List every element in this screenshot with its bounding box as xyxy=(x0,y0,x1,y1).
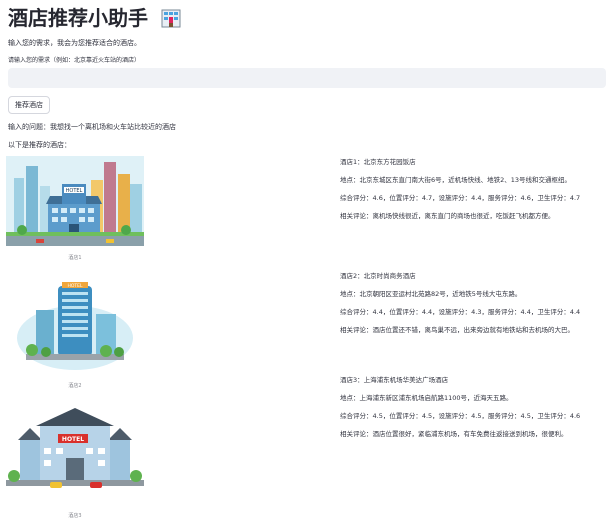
hotel-2-sign: HOTEL xyxy=(67,283,83,289)
hotel-info-1: 酒店1：北京东方花园饭店 地点：北京东城区东直门南大街6号，近机场快线、地铁2、… xyxy=(340,158,580,221)
hotel-3-review: 相关评论：酒店位置很好，紧临浦东机场，有车免费往返接送到机场，很便利。 xyxy=(340,430,568,438)
question-text: 输入的问题：我想找一个离机场和火车站比较近的酒店 xyxy=(8,123,176,131)
recommend-button[interactable]: 推荐酒店 xyxy=(8,96,50,114)
hotel-2-review: 相关评论：酒店位置还不错，离鸟巢不远，出来旁边就有地铁站和去机场的大巴。 xyxy=(340,326,574,334)
hotel-icon xyxy=(161,7,181,35)
search-input[interactable] xyxy=(8,68,606,88)
hotel-3-address: 地点：上海浦东新区浦东机场启航路1100号，近海天五路。 xyxy=(340,394,513,402)
hotel-3-name: 酒店3：上海浦东机场华美达广场酒店 xyxy=(340,376,449,384)
intro-description: 输入您的需求，我会为您推荐适合的酒店。 xyxy=(8,39,141,47)
hotel-image-1: HOTEL xyxy=(6,156,144,246)
hotel-1-name: 酒店1：北京东方花园饭店 xyxy=(340,158,416,166)
hotel-2-name: 酒店2：北京时尚商务酒店 xyxy=(340,272,416,280)
hotel-image-2: HOTEL xyxy=(6,280,144,370)
hotel-1-ratings: 综合评分：4.6，位置评分：4.7，设施评分：4.4，服务评分：4.6，卫生评分… xyxy=(340,194,581,202)
hotel-3-ratings: 综合评分：4.5，位置评分：4.5，设施评分：4.5，服务评分：4.5，卫生评分… xyxy=(340,412,581,420)
hotel-2-address: 地点：北京朝阳区亚运村北苑路82号，近地铁5号线大屯东路。 xyxy=(340,290,522,298)
hotel-1-address: 地点：北京东城区东直门南大街6号，近机场快线、地铁2、13号线和交通枢纽。 xyxy=(340,176,572,184)
hotel-2-ratings: 综合评分：4.4，位置评分：4.4，设施评分：4.3，服务评分：4.4，卫生评分… xyxy=(340,308,581,316)
hotel-1-sign: HOTEL xyxy=(66,188,83,194)
hotel-caption-1: 酒店1 xyxy=(68,255,82,261)
hotel-1-review: 相关评论：离机场快线很近，离东直门的商场也很近，吃饭赶飞机都方便。 xyxy=(340,212,555,220)
page-title-text: 酒店推荐小助手 xyxy=(8,6,148,30)
hotel-info-3: 酒店3：上海浦东机场华美达广场酒店 地点：上海浦东新区浦东机场启航路1100号，… xyxy=(340,376,580,439)
hotel-image-3: HOTEL xyxy=(6,404,144,494)
hotel-info-2: 酒店2：北京时尚商务酒店 地点：北京朝阳区亚运村北苑路82号，近地铁5号线大屯东… xyxy=(340,272,580,335)
search-input-label: 请输入您的需求（例如：北京靠近火车站的酒店） xyxy=(8,57,141,64)
hotel-caption-3: 酒店3 xyxy=(68,513,82,519)
hotel-caption-2: 酒店2 xyxy=(68,383,82,389)
results-heading: 以下是推荐的酒店： xyxy=(8,141,71,149)
hotel-3-sign: HOTEL xyxy=(62,436,84,443)
page-title: 酒店推荐小助手 xyxy=(8,4,181,35)
